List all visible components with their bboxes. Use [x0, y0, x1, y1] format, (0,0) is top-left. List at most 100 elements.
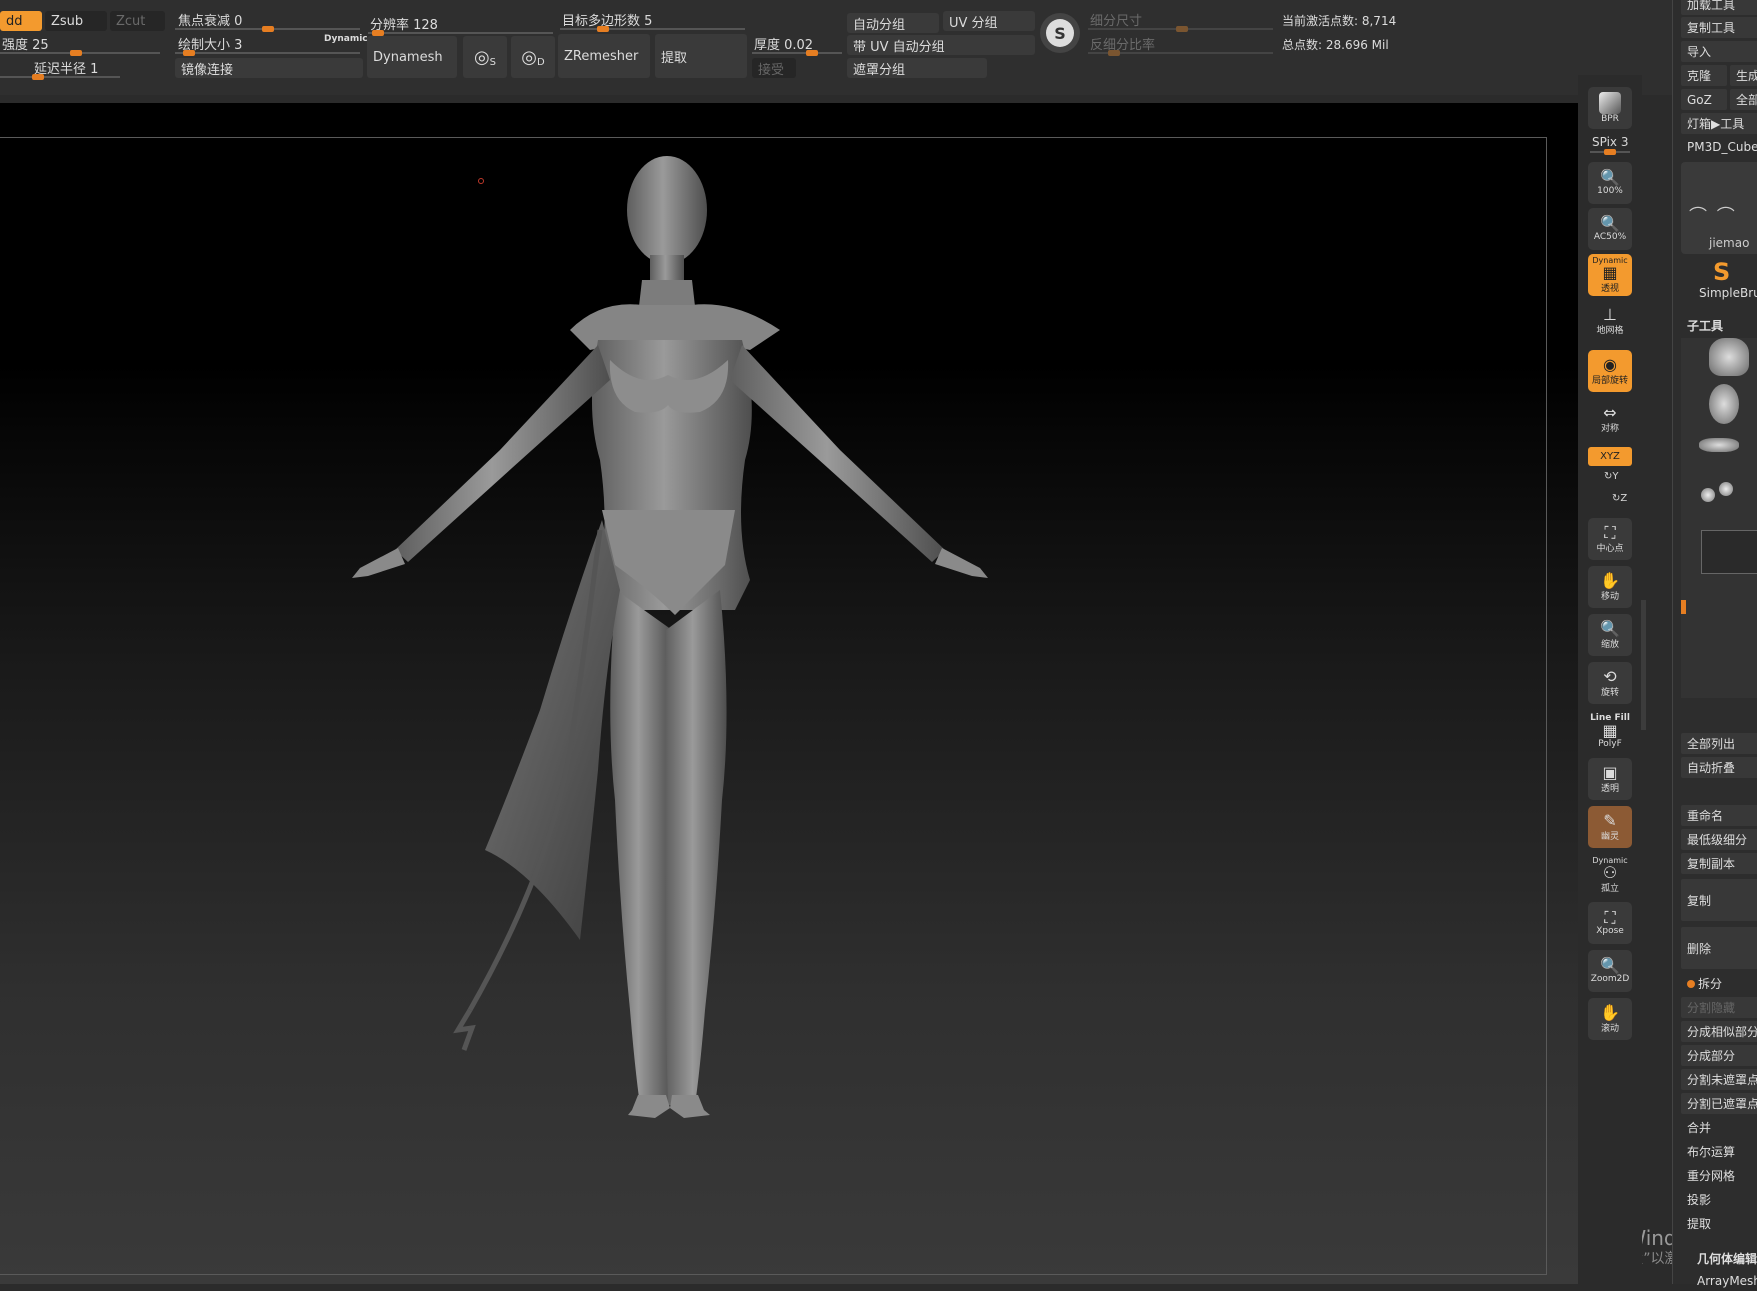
- lowest-subdiv-button[interactable]: 最低级细分: [1681, 829, 1757, 850]
- zsub-button[interactable]: Zsub: [45, 11, 107, 31]
- auto-groups-uv-label: 带 UV 自动分组: [853, 39, 945, 55]
- thickness-knob[interactable]: [806, 50, 818, 56]
- mask-groups-button[interactable]: 遮罩分组: [847, 58, 987, 78]
- y-axis-toggle[interactable]: ↻Y: [1604, 471, 1619, 482]
- spix-knob[interactable]: [1604, 149, 1616, 155]
- symmetry-arrows-icon: ⇔: [1603, 402, 1617, 422]
- resolution-slider[interactable]: [368, 32, 553, 34]
- goz-button[interactable]: GoZ: [1681, 89, 1727, 110]
- tool-thumbnail[interactable]: ︵ ︵ jiemao: [1681, 162, 1757, 254]
- local-rotate-button[interactable]: ◉ 局部旋转: [1588, 350, 1632, 392]
- goz-all-button[interactable]: 全部: [1730, 89, 1757, 110]
- xpose-button[interactable]: ⛶ Xpose: [1588, 902, 1632, 944]
- geometry-edit-header[interactable]: 几何体编辑: [1691, 1248, 1757, 1269]
- character-model[interactable]: [280, 150, 1080, 1260]
- import-button[interactable]: 导入: [1681, 41, 1757, 62]
- lightbox-tools-button[interactable]: 灯箱▶工具: [1681, 113, 1757, 134]
- subtool-label: 子工具: [1687, 319, 1724, 333]
- target-polys-knob[interactable]: [597, 26, 609, 32]
- center-button[interactable]: ⛶ 中心点: [1588, 518, 1632, 560]
- boolean-header[interactable]: 布尔运算: [1681, 1141, 1757, 1162]
- zoom2d-button[interactable]: 🔍 Zoom2D: [1588, 950, 1632, 992]
- accept-button[interactable]: 接受: [752, 58, 796, 78]
- extract-header[interactable]: 提取: [1681, 1213, 1757, 1234]
- subtool-item-drape[interactable]: [1709, 384, 1739, 424]
- mirror-weld-button[interactable]: 镜像连接: [175, 58, 363, 78]
- palette-scrollbar[interactable]: [1641, 600, 1646, 730]
- lazy-radius-slider[interactable]: [0, 76, 120, 78]
- rotate-button[interactable]: ⟲ 旋转: [1588, 662, 1632, 704]
- zoom-100-button[interactable]: 🔍 100%: [1588, 162, 1632, 204]
- delete-button[interactable]: 删除: [1681, 927, 1757, 969]
- intensity-slider-knob[interactable]: [70, 50, 82, 56]
- bpr-button[interactable]: BPR: [1588, 87, 1632, 129]
- polyframe-button[interactable]: Line Fill ▦ PolyF: [1588, 710, 1632, 752]
- thickness-slider[interactable]: [752, 52, 842, 54]
- project-header[interactable]: 投影: [1681, 1189, 1757, 1210]
- split-hidden-button[interactable]: 分割隐藏: [1681, 997, 1757, 1018]
- auto-collapse-label: 自动折叠: [1687, 761, 1736, 775]
- uv-groups-button[interactable]: UV 分组: [943, 11, 1035, 31]
- draw-size-slider[interactable]: [175, 52, 360, 54]
- subtool-item-eyelash[interactable]: [1701, 530, 1757, 574]
- auto-groups-button[interactable]: 自动分组: [847, 13, 939, 33]
- transparent-button[interactable]: ▣ 透明: [1588, 758, 1632, 800]
- zadd-button[interactable]: dd: [0, 11, 42, 31]
- subtool-header[interactable]: 子工具: [1681, 315, 1757, 336]
- group-split-button[interactable]: 分成相似部分: [1681, 1021, 1757, 1042]
- copy-button[interactable]: 复制: [1681, 879, 1757, 921]
- perspective-button[interactable]: Dynamic ▦ 透视: [1588, 254, 1632, 296]
- subtool-item-arm[interactable]: [1699, 438, 1739, 452]
- reverse-ratio-knob[interactable]: [1108, 50, 1120, 56]
- remesh-header[interactable]: 重分网格: [1681, 1165, 1757, 1186]
- zoom-ac50-button[interactable]: 🔍 AC50%: [1588, 208, 1632, 250]
- sculptris-pro-button[interactable]: S: [1040, 13, 1080, 53]
- zoom2d-label: Zoom2D: [1590, 974, 1630, 984]
- draw-size-knob[interactable]: [183, 50, 195, 56]
- symmetry-button[interactable]: ⇔ 对称: [1588, 398, 1632, 440]
- make-polymesh-button[interactable]: 生成: [1730, 65, 1757, 86]
- sub-size-knob[interactable]: [1176, 26, 1188, 32]
- dynamesh-button[interactable]: Dynamesh: [367, 36, 457, 78]
- arraymesh-header[interactable]: ArrayMesh: [1691, 1270, 1757, 1291]
- dynamic-size-toggle[interactable]: Dynamic: [324, 34, 368, 44]
- focal-shift-knob[interactable]: [262, 26, 274, 32]
- bpr-sphere-icon: [1599, 92, 1621, 114]
- zcut-button[interactable]: Zcut: [110, 11, 165, 31]
- scale-button[interactable]: 🔍 缩放: [1588, 614, 1632, 656]
- duplicate-button[interactable]: 复制副本: [1681, 853, 1757, 874]
- zremesher-button[interactable]: ZRemesher: [558, 34, 650, 78]
- auto-groups-uv-button[interactable]: 带 UV 自动分组: [847, 35, 1035, 55]
- ghost-button[interactable]: ✎ 幽灵: [1588, 806, 1632, 848]
- perspective-grid-icon: ▦: [1602, 263, 1618, 282]
- subtool-item-torso[interactable]: [1709, 338, 1749, 376]
- split-header[interactable]: 拆分: [1681, 973, 1757, 994]
- subtool-item-sphere-2[interactable]: [1719, 482, 1733, 496]
- z-axis-toggle[interactable]: ↻Z: [1612, 493, 1627, 504]
- move-button[interactable]: ✋ 移动: [1588, 566, 1632, 608]
- scroll-button[interactable]: ✋ 滚动: [1588, 998, 1632, 1040]
- floor-button[interactable]: ⊥ 地网格: [1588, 300, 1632, 342]
- auto-collapse-button[interactable]: 自动折叠: [1681, 757, 1757, 778]
- brush-thumbnail[interactable]: S SimpleBrush: [1681, 258, 1757, 306]
- copy-tool-button[interactable]: 复制工具: [1681, 17, 1757, 38]
- split-unmasked-button[interactable]: 分割未遮罩点: [1681, 1069, 1757, 1090]
- target-polys-slider[interactable]: [560, 28, 745, 30]
- sculptris-d-button[interactable]: ◎ D: [511, 36, 555, 78]
- rename-button[interactable]: 重命名: [1681, 805, 1757, 826]
- merge-header[interactable]: 合并: [1681, 1117, 1757, 1138]
- subtool-list[interactable]: [1681, 338, 1757, 698]
- subtool-scroll-knob[interactable]: [1681, 600, 1686, 614]
- load-tool-button[interactable]: 加载工具: [1681, 0, 1757, 15]
- list-all-button[interactable]: 全部列出: [1681, 733, 1757, 754]
- lazy-radius-knob[interactable]: [32, 74, 44, 80]
- split-parts-button[interactable]: 分成部分: [1681, 1045, 1757, 1066]
- solo-button[interactable]: Dynamic ⚇ 孤立: [1588, 854, 1632, 896]
- scroll-label: 滚动: [1600, 1023, 1619, 1034]
- subtool-item-sphere[interactable]: [1701, 488, 1715, 502]
- clone-button[interactable]: 克隆: [1681, 65, 1727, 86]
- extract-button[interactable]: 提取: [655, 34, 747, 78]
- split-masked-button[interactable]: 分割已遮罩点: [1681, 1093, 1757, 1114]
- xyz-toggle[interactable]: XYZ: [1588, 447, 1632, 466]
- sculptris-s-button[interactable]: ◎ S: [463, 36, 507, 78]
